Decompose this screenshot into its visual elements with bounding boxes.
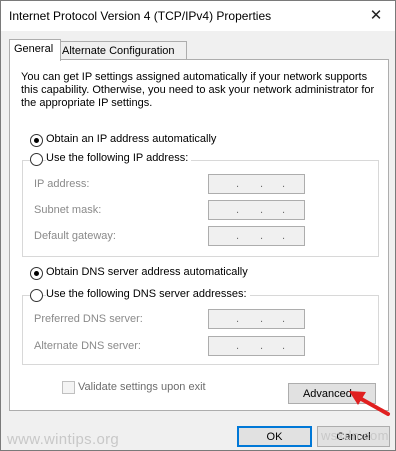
dialog-window: Internet Protocol Version 4 (TCP/IPv4) P… xyxy=(0,0,396,451)
subnet-mask-label: Subnet mask: xyxy=(34,204,102,216)
radio-use-following-dns-label: Use the following DNS server addresses: xyxy=(46,288,250,300)
radio-obtain-dns-auto-label: Obtain DNS server address automatically xyxy=(46,266,248,278)
arrow-annotation-icon xyxy=(349,391,390,416)
default-gateway-input[interactable]: ... xyxy=(208,226,305,246)
validate-settings-label: Validate settings upon exit xyxy=(78,381,206,393)
window-title: Internet Protocol Version 4 (TCP/IPv4) P… xyxy=(9,9,272,23)
preferred-dns-label: Preferred DNS server: xyxy=(34,313,143,325)
general-panel: You can get IP settings assigned automat… xyxy=(9,59,389,411)
ip-address-input[interactable]: ... xyxy=(208,174,305,194)
ip-address-label: IP address: xyxy=(34,178,90,190)
tab-general[interactable]: General xyxy=(9,39,61,61)
dns-server-group xyxy=(22,295,379,365)
title-bar[interactable]: Internet Protocol Version 4 (TCP/IPv4) P… xyxy=(1,1,395,31)
validate-settings-checkbox[interactable] xyxy=(62,381,75,394)
radio-use-following-ip[interactable] xyxy=(30,153,43,166)
preferred-dns-input[interactable]: ... xyxy=(208,309,305,329)
default-gateway-label: Default gateway: xyxy=(34,230,116,242)
radio-use-following-ip-label: Use the following IP address: xyxy=(46,152,192,164)
radio-obtain-ip-auto-label: Obtain an IP address automatically xyxy=(46,133,217,145)
alternate-dns-label: Alternate DNS server: xyxy=(34,340,141,352)
radio-obtain-dns-auto[interactable] xyxy=(30,267,43,280)
description-text: You can get IP settings assigned automat… xyxy=(21,71,375,109)
watermark-left: www.wintips.org xyxy=(7,431,120,448)
subnet-mask-input[interactable]: ... xyxy=(208,200,305,220)
tab-alternate-configuration[interactable]: Alternate Configuration xyxy=(57,41,187,60)
radio-use-following-dns[interactable] xyxy=(30,289,43,302)
close-icon[interactable]: ✕ xyxy=(365,5,387,27)
alternate-dns-input[interactable]: ... xyxy=(208,336,305,356)
watermark-right: wsxdn.com xyxy=(321,428,389,443)
ok-button[interactable]: OK xyxy=(237,426,312,447)
radio-obtain-ip-auto[interactable] xyxy=(30,134,43,147)
